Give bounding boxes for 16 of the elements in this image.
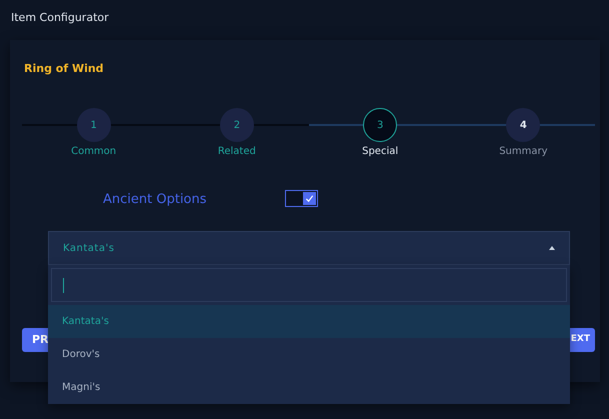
step-label: Common: [71, 145, 116, 159]
card-title: Ring of Wind: [24, 61, 104, 77]
dropdown-option[interactable]: Magni's: [48, 371, 570, 404]
dropdown-option[interactable]: Kantata's: [48, 305, 570, 338]
app-title: Item Configurator: [11, 10, 109, 26]
option-toggle[interactable]: [285, 190, 318, 207]
check-icon: [303, 192, 316, 205]
caret-icon: [549, 246, 555, 250]
step-label: Special: [362, 145, 398, 159]
dropdown-option[interactable]: Dorov's: [48, 338, 570, 371]
text-cursor: [63, 278, 64, 292]
option-label: Ancient Options: [103, 191, 207, 209]
search-field[interactable]: [51, 268, 567, 302]
dropdown[interactable]: Kantata's: [48, 231, 570, 265]
step-label: Summary: [499, 145, 548, 159]
step-label: Related: [218, 145, 256, 159]
